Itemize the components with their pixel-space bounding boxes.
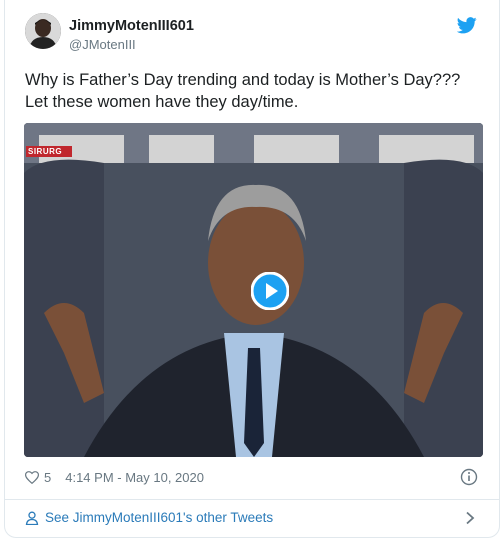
twitter-bird-icon[interactable] (456, 17, 477, 34)
info-icon[interactable] (460, 468, 478, 486)
heart-icon[interactable] (25, 471, 39, 484)
tweet-meta: 5 4:14 PM - May 10, 2020 (25, 470, 204, 485)
embedded-tweet-card: JimmyMotenIII601 @JMotenIII Why is Fathe… (4, 0, 500, 538)
timestamp[interactable]: 4:14 PM - May 10, 2020 (65, 470, 204, 485)
chevron-right-icon[interactable] (465, 511, 475, 525)
tweet-text: Why is Father’s Day trending and today i… (25, 71, 461, 111)
tweet-media-video[interactable]: SIRURG (24, 123, 483, 457)
see-other-tweets-label[interactable]: See JimmyMotenIII601's other Tweets (45, 510, 273, 525)
play-icon[interactable] (250, 271, 290, 311)
see-other-tweets-link[interactable]: See JimmyMotenIII601's other Tweets (25, 510, 273, 525)
author-display-name[interactable]: JimmyMotenIII601 (69, 18, 194, 34)
network-bug-label: SIRURG (28, 147, 63, 156)
avatar[interactable] (25, 13, 61, 49)
like-count[interactable]: 5 (44, 470, 51, 485)
person-icon (25, 511, 39, 525)
divider (5, 499, 499, 500)
author-handle[interactable]: @JMotenIII (69, 37, 136, 52)
